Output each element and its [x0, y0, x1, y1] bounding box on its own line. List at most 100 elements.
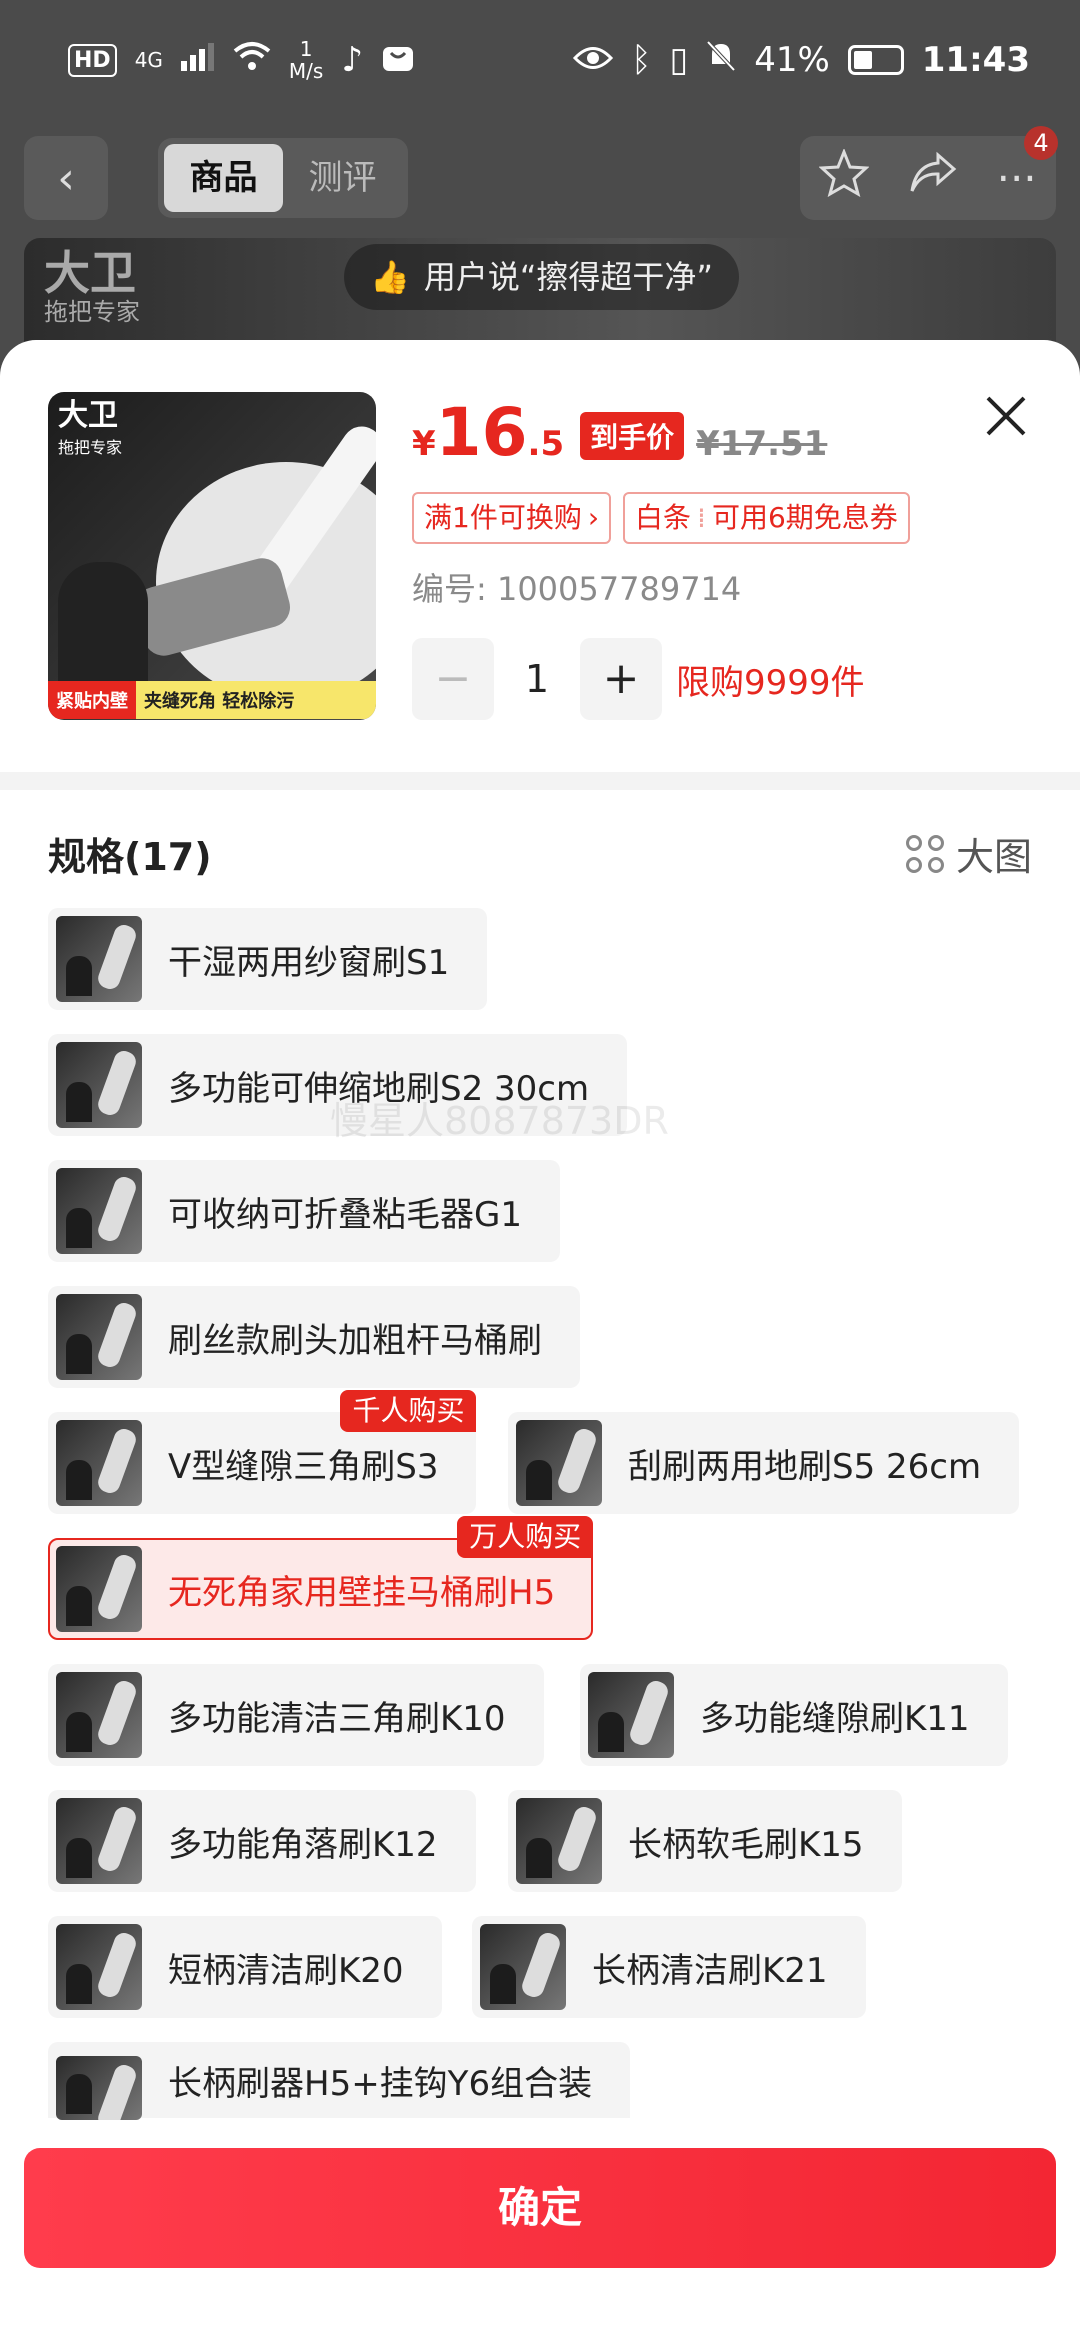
top-nav: ‹ 商品 测评 ··· 4 [24, 126, 1058, 220]
mute-icon [706, 40, 736, 81]
spec-option-label: 无死角家用壁挂马桶刷H5 [168, 1572, 556, 1613]
spec-option-label: 长柄软毛刷K15 [628, 1824, 864, 1865]
thumb-spokesperson [58, 562, 148, 682]
quantity-value[interactable]: 1 [494, 657, 580, 701]
product-image[interactable]: 大卫 拖把专家 紧贴内壁 夹缝死角 轻松除污 [48, 392, 376, 720]
notification-badge: 4 [1024, 126, 1058, 160]
currency-symbol: ¥ [412, 424, 436, 464]
plus-icon: + [602, 653, 640, 704]
spec-option-image [516, 1420, 602, 1506]
spec-option-label: 多功能缝隙刷K11 [700, 1698, 970, 1739]
spec-option-image [56, 1798, 142, 1884]
spec-header: 规格(17) 大图 [48, 826, 1032, 881]
toolbar-right: ··· 4 [800, 126, 1058, 220]
spec-option-label: 短柄清洁刷K20 [168, 1950, 404, 1991]
signal-icon [180, 40, 215, 80]
spec-option[interactable]: 长柄软毛刷K15 [508, 1790, 902, 1892]
spec-option-image [56, 2056, 142, 2120]
spec-option-label: V型缝隙三角刷S3 [168, 1446, 439, 1487]
price-row: ¥ 16 .5 到手价 ¥17.51 [412, 398, 827, 468]
original-price: ¥17.51 [696, 424, 828, 464]
coupon-installment-prefix: 白条 [635, 501, 692, 534]
coupon-exchange-text: 满1件可换购 [424, 501, 582, 534]
coupon-divider: ⁞ [697, 501, 706, 534]
spec-option-image [480, 1924, 566, 2010]
spec-option[interactable]: 长柄清洁刷K21 [472, 1916, 866, 2018]
spec-option-label: 刮刷两用地刷S5 26cm [628, 1446, 982, 1487]
spec-option-image [588, 1672, 674, 1758]
spec-option-image [56, 916, 142, 1002]
thumb-logo-sub: 拖把专家 [58, 438, 123, 457]
battery-icon [847, 45, 904, 75]
speed-value: 1 [299, 37, 313, 61]
close-icon [982, 385, 1030, 455]
spec-option-label: 长柄刷器H5+挂钩Y6组合装 [168, 2064, 593, 2104]
spec-option[interactable]: V型缝隙三角刷S3 千人购买 [48, 1390, 477, 1514]
back-button[interactable]: ‹ [24, 136, 108, 220]
spec-option-image [56, 1294, 142, 1380]
spec-option[interactable]: 刷丝款刷头加粗杆马桶刷 [48, 1286, 580, 1388]
spec-option[interactable]: 多功能清洁三角刷K10 [48, 1664, 544, 1766]
spec-option-label: 长柄清洁刷K21 [592, 1950, 828, 1991]
confirm-button[interactable]: 确定 [24, 2148, 1056, 2268]
purchase-limit: 限购9999件 [676, 662, 865, 703]
spec-option-label: 刷丝款刷头加粗杆马桶刷 [168, 1320, 542, 1361]
thumb-caption: 紧贴内壁 夹缝死角 轻松除污 [48, 680, 376, 720]
share-icon[interactable] [908, 151, 958, 205]
quantity-stepper: − 1 + 限购9999件 [412, 638, 865, 720]
spec-option[interactable]: 刮刷两用地刷S5 26cm [508, 1412, 1020, 1514]
chevron-right-icon: › [587, 501, 600, 534]
spec-option-image [56, 1672, 142, 1758]
hd-indicator: HD [68, 43, 117, 77]
spec-option-label: 干湿两用纱窗刷S1 [168, 942, 450, 983]
spec-option[interactable]: 干湿两用纱窗刷S1 [48, 908, 488, 1010]
final-price-tag: 到手价 [580, 412, 685, 460]
increase-button[interactable]: + [580, 638, 662, 720]
more-icon[interactable]: ··· [997, 154, 1037, 203]
thumb-logo: 大卫 拖把专家 [58, 400, 122, 464]
spec-option-selected[interactable]: 无死角家用壁挂马桶刷H5 万人购买 [48, 1516, 594, 1640]
status-bar: HD 4G 1 M/s ♪ ᛒ ▯ 41% 11:43 [0, 0, 1080, 120]
network-indicator: 4G [134, 48, 163, 72]
price-integer: 16 [435, 394, 528, 471]
bluetooth-icon: ᛒ [631, 40, 652, 80]
minus-icon: − [434, 653, 472, 704]
chevron-left-icon: ‹ [57, 152, 75, 204]
section-divider [0, 772, 1080, 790]
wifi-icon [233, 40, 271, 80]
coupon-row: 满1件可换购 › 白条 ⁞ 可用6期免息券 [412, 492, 910, 544]
spec-option[interactable]: 可收纳可折叠粘毛器G1 [48, 1160, 560, 1262]
brand-subtitle: 拖把专家 [44, 298, 140, 326]
spec-option[interactable]: 多功能角落刷K12 [48, 1790, 476, 1892]
coupon-installment[interactable]: 白条 ⁞ 可用6期免息券 [623, 492, 910, 544]
thumb-caption-left: 紧贴内壁 [48, 681, 136, 719]
coupon-exchange[interactable]: 满1件可换购 › [412, 492, 612, 544]
spec-option[interactable]: 长柄刷器H5+挂钩Y6组合装 [48, 2042, 631, 2120]
network-speed: 1 M/s [289, 38, 323, 82]
brand-name: 大卫 [44, 246, 136, 300]
big-image-toggle[interactable]: 大图 [905, 826, 1032, 881]
banner-text: 用户说“擦得超干净” [423, 258, 714, 296]
tab-product[interactable]: 商品 [164, 144, 283, 212]
popularity-tag: 万人购买 [457, 1516, 594, 1558]
price-decimal: .5 [527, 424, 565, 464]
coupon-installment-text: 可用6期免息券 [711, 501, 898, 534]
product-summary: 大卫 拖把专家 紧贴内壁 夹缝死角 轻松除污 ¥ 16 .5 到手价 ¥17.5… [0, 340, 1080, 772]
speed-unit: M/s [288, 59, 324, 83]
spec-option-label: 可收纳可折叠粘毛器G1 [168, 1194, 522, 1235]
spec-option-image [56, 1924, 142, 2010]
grid-icon [905, 834, 944, 873]
battery-percent: 41% [754, 40, 830, 80]
tiktok-icon: ♪ [341, 40, 364, 80]
decrease-button[interactable]: − [412, 638, 494, 720]
spec-option[interactable]: 短柄清洁刷K20 [48, 1916, 442, 2018]
tab-review[interactable]: 测评 [283, 144, 402, 212]
spec-option-image [56, 1546, 142, 1632]
spec-option[interactable]: 多功能缝隙刷K11 [580, 1664, 1008, 1766]
star-icon[interactable] [818, 147, 870, 207]
spec-option-image [516, 1798, 602, 1884]
close-button[interactable] [978, 392, 1034, 448]
sku-number: 编号: 100057789714 [412, 570, 742, 608]
big-image-label: 大图 [955, 835, 1032, 879]
thumb-logo-text: 大卫 [58, 398, 118, 433]
